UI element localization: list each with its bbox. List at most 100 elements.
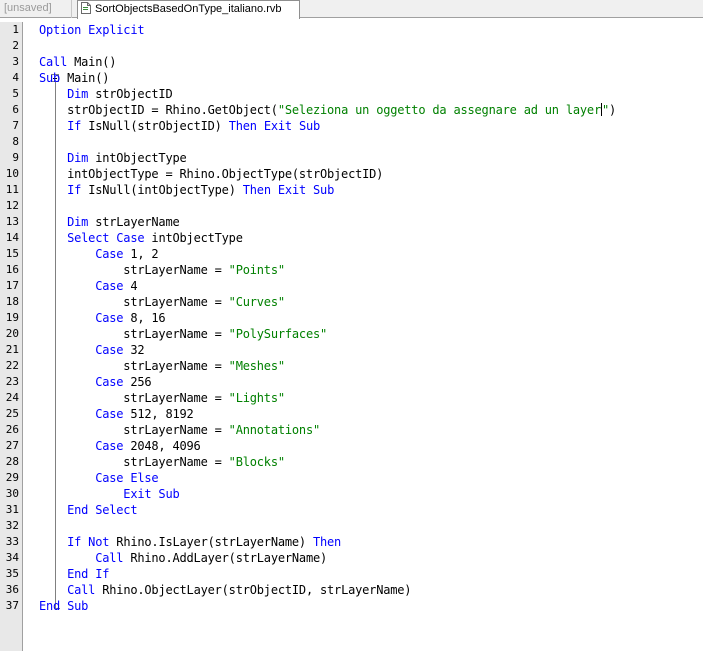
keyword-token: Case (95, 311, 124, 325)
code-editor[interactable]: 1 2 3 4 5 6 7 8 9 10 11 12 13 14 15 16 17 18 19 20 21 22 23 24 2… (0, 22, 703, 651)
line-number: 14 (5, 231, 19, 244)
code-line: Call Main() (39, 54, 116, 70)
line-number: 2 (12, 39, 19, 52)
line-number: 13 (5, 215, 19, 228)
string-token: "Curves" (228, 295, 285, 309)
code-line: Case 2048, 4096 (39, 438, 201, 454)
code-token: strLayerName = (39, 455, 229, 469)
code-token: intObjectType (88, 151, 187, 165)
string-token: "Annotations" (228, 423, 321, 437)
code-token: 1, 2 (123, 247, 159, 261)
tab-bar: [unsaved] SortObjectsBasedOnType_italian… (0, 0, 703, 19)
string-token: "Points" (228, 263, 285, 277)
line-number: 29 (5, 471, 19, 484)
code-line: Case 32 (39, 342, 144, 358)
string-token: "Meshes" (228, 359, 285, 373)
keyword-token: Then (242, 183, 271, 197)
code-token: strLayerName = (39, 263, 229, 277)
line-number: 12 (5, 199, 19, 212)
keyword-token: Case Else (95, 471, 159, 485)
code-line: Exit Sub (39, 486, 180, 502)
code-line: Case 1, 2 (39, 246, 158, 262)
line-number: 37 (5, 599, 19, 612)
keyword-token: Then (228, 119, 257, 133)
code-token: ) (609, 103, 617, 117)
code-line: If Not Rhino.IsLayer(strLayerName) Then (39, 534, 341, 550)
line-number: 7 (12, 119, 19, 132)
code-token: 256 (123, 375, 152, 389)
code-line: Case 512, 8192 (39, 406, 194, 422)
keyword-token: Dim (67, 215, 89, 229)
code-token: 2048, 4096 (123, 439, 201, 453)
code-line: strLayerName = "Annotations" (39, 422, 320, 438)
line-number: 15 (5, 247, 19, 260)
code-token: intObjectType (144, 231, 243, 245)
code-token: strLayerName = (39, 327, 229, 341)
code-line: strLayerName = "Curves" (39, 294, 285, 310)
line-number: 8 (12, 135, 19, 148)
line-number: 23 (5, 375, 19, 388)
line-number: 22 (5, 359, 19, 372)
keyword-token: End Select (67, 503, 138, 517)
code-line: Case 4 (39, 278, 137, 294)
code-token: 32 (123, 343, 145, 357)
line-number-gutter: 1 2 3 4 5 6 7 8 9 10 11 12 13 14 15 16 17 18 19 20 21 22 23 24 2… (0, 22, 23, 651)
tab-sortobjects[interactable]: SortObjectsBasedOnType_italiano.rvb (77, 0, 300, 19)
code-line: strLayerName = "Lights" (39, 390, 285, 406)
code-line: strObjectID = Rhino.GetObject("Seleziona… (39, 102, 616, 118)
code-token: Rhino.ObjectLayer(strObjectID, strLayerN… (95, 583, 412, 597)
code-token: strLayerName (88, 215, 180, 229)
code-line: Case Else (39, 470, 158, 486)
line-number: 33 (5, 535, 19, 548)
keyword-token: Exit Sub (123, 487, 180, 501)
keyword-token: Case (95, 439, 124, 453)
line-number: 4 (12, 71, 19, 84)
code-token: strLayerName = (39, 359, 229, 373)
keyword-token: Case (95, 279, 124, 293)
line-number: 36 (5, 583, 19, 596)
keyword-token: Sub (39, 71, 61, 85)
keyword-token: Option Explicit (39, 23, 145, 37)
code-token: 8, 16 (123, 311, 166, 325)
code-line: End Sub (39, 598, 88, 614)
code-token: strLayerName = (39, 391, 229, 405)
line-number: 31 (5, 503, 19, 516)
keyword-token: End Sub (39, 599, 89, 613)
keyword-token: If Not (67, 535, 110, 549)
line-number: 24 (5, 391, 19, 404)
line-number: 20 (5, 327, 19, 340)
code-line: Case 256 (39, 374, 151, 390)
code-token: 512, 8192 (123, 407, 194, 421)
code-token: Main() (60, 71, 110, 85)
code-line: intObjectType = Rhino.ObjectType(strObje… (39, 166, 383, 182)
tab-sortobjects-label: SortObjectsBasedOnType_italiano.rvb (95, 3, 282, 15)
line-number: 21 (5, 343, 19, 356)
keyword-token: If (67, 119, 82, 133)
keyword-token: Select Case (67, 231, 145, 245)
keyword-token: End If (67, 567, 110, 581)
tab-unsaved-label: [unsaved] (4, 2, 52, 14)
code-line: Dim strObjectID (39, 86, 173, 102)
line-number: 19 (5, 311, 19, 324)
code-line: strLayerName = "Points" (39, 262, 285, 278)
keyword-token: Then (312, 535, 342, 549)
string-token: "Seleziona un oggetto da assegnare ad un… (277, 103, 601, 117)
line-number: 10 (5, 167, 19, 180)
code-line: Call Rhino.ObjectLayer(strObjectID, strL… (39, 582, 411, 598)
tab-unsaved[interactable]: [unsaved] (0, 0, 72, 18)
keyword-token: Call (67, 583, 96, 597)
